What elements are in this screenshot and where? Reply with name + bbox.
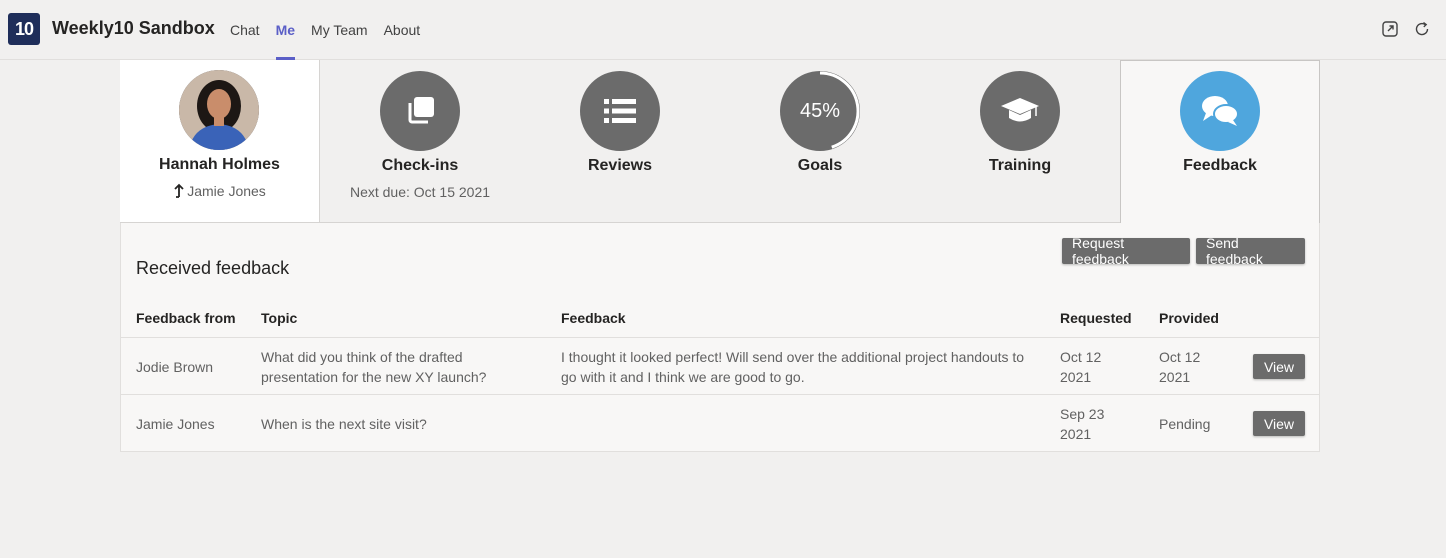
row-topic-line: presentation for the new XY launch? bbox=[261, 369, 487, 385]
row-feedback: I thought it looked perfect! Will send o… bbox=[561, 347, 1024, 387]
chat-bubbles-icon bbox=[1202, 96, 1239, 126]
row-divider bbox=[121, 394, 1319, 395]
view-button[interactable]: View bbox=[1253, 354, 1305, 379]
row-from: Jamie Jones bbox=[136, 416, 215, 432]
goals-progress-ring bbox=[819, 71, 860, 149]
row-provided: Pending bbox=[1159, 416, 1211, 432]
column-header-feedback: Feedback bbox=[561, 310, 626, 326]
feedback-panel: Received feedback Request feedback Send … bbox=[120, 223, 1320, 452]
row-topic-line: What did you think of the drafted bbox=[261, 349, 463, 365]
arrow-up-icon bbox=[174, 183, 184, 198]
view-button[interactable]: View bbox=[1253, 411, 1305, 436]
row-topic: When is the next site visit? bbox=[261, 416, 427, 432]
app-title: Weekly10 Sandbox bbox=[52, 18, 215, 38]
app-logo-text: 10 bbox=[14, 18, 34, 39]
tile-label-training: Training bbox=[988, 157, 1052, 174]
feedback-badge bbox=[1180, 71, 1260, 151]
column-header-provided: Provided bbox=[1159, 310, 1219, 326]
tab-chat[interactable]: Chat bbox=[222, 0, 268, 60]
goals-badge: 45% bbox=[780, 71, 860, 151]
tile-label-check-ins: Check-ins bbox=[381, 157, 459, 174]
tile-check-ins[interactable]: Check-ins Next due: Oct 15 2021 bbox=[320, 60, 520, 223]
row-feedback-line: I thought it looked perfect! Will send o… bbox=[561, 349, 1025, 365]
row-requested: Sep 23 2021 bbox=[1060, 404, 1104, 444]
row-provided-line: Oct 12 bbox=[1159, 349, 1201, 365]
row-provided: Oct 12 2021 bbox=[1159, 347, 1200, 387]
popout-icon[interactable] bbox=[1381, 20, 1399, 38]
avatar bbox=[179, 70, 259, 150]
row-divider bbox=[121, 337, 1319, 338]
check-ins-next-due: Next due: Oct 15 2021 bbox=[349, 184, 491, 200]
tile-feedback[interactable]: Feedback bbox=[1120, 60, 1320, 223]
tile-label-feedback: Feedback bbox=[1183, 157, 1257, 174]
column-header-requested: Requested bbox=[1060, 310, 1132, 326]
manager-name: Jamie Jones bbox=[187, 183, 266, 199]
column-header-from: Feedback from bbox=[136, 310, 236, 326]
tab-my-team[interactable]: My Team bbox=[303, 0, 376, 60]
row-requested-line: Oct 12 bbox=[1060, 349, 1102, 365]
tile-label-goals: Goals bbox=[797, 157, 843, 174]
row-provided-line: 2021 bbox=[1159, 369, 1191, 385]
send-feedback-button[interactable]: Send feedback bbox=[1196, 235, 1305, 267]
tile-reviews[interactable]: Reviews bbox=[520, 60, 720, 223]
row-requested-line: 2021 bbox=[1060, 369, 1092, 385]
training-badge bbox=[980, 71, 1060, 151]
row-topic: What did you think of the drafted presen… bbox=[261, 347, 486, 387]
tab-about[interactable]: About bbox=[376, 0, 429, 60]
app-header: 10 Weekly10 Sandbox Chat Me My Team Abou… bbox=[0, 0, 1446, 60]
tile-goals[interactable]: 45% Goals bbox=[720, 60, 920, 223]
row-feedback-line: go with it and I think we are good to go… bbox=[561, 369, 805, 385]
graduation-cap-icon bbox=[1001, 98, 1039, 122]
copy-icon bbox=[408, 97, 434, 124]
tile-label-reviews: Reviews bbox=[587, 157, 653, 174]
row-requested-line: Sep 23 bbox=[1060, 406, 1105, 422]
app-logo: 10 bbox=[8, 13, 40, 45]
row-requested: Oct 12 2021 bbox=[1060, 347, 1101, 387]
row-from: Jodie Brown bbox=[136, 359, 214, 375]
profile-card[interactable]: Hannah Holmes Jamie Jones bbox=[120, 60, 320, 223]
profile-manager: Jamie Jones bbox=[120, 183, 319, 199]
section-tiles: Hannah Holmes Jamie Jones Check-ins Next… bbox=[120, 60, 1320, 223]
row-requested-line: 2021 bbox=[1060, 426, 1092, 442]
app-nav: Chat Me My Team About bbox=[222, 0, 428, 60]
check-ins-badge bbox=[380, 71, 460, 151]
list-icon bbox=[604, 99, 636, 123]
panel-title: Received feedback bbox=[136, 258, 290, 278]
column-header-topic: Topic bbox=[261, 310, 298, 326]
refresh-icon[interactable] bbox=[1413, 20, 1431, 38]
tab-me[interactable]: Me bbox=[268, 0, 303, 60]
reviews-badge bbox=[580, 71, 660, 151]
profile-name: Hannah Holmes bbox=[159, 156, 280, 173]
request-feedback-button[interactable]: Request feedback bbox=[1062, 235, 1190, 267]
tile-training[interactable]: Training bbox=[920, 60, 1120, 223]
